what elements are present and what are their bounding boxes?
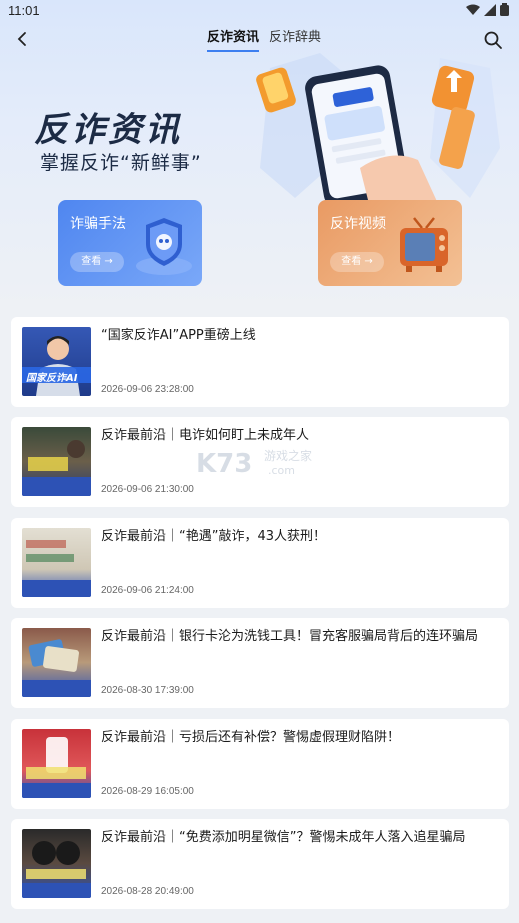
thumb-caption: 国家反诈AI — [26, 373, 78, 384]
search-icon[interactable] — [483, 30, 503, 50]
back-arrow-icon[interactable] — [14, 30, 32, 48]
battery-icon — [500, 3, 509, 16]
article-title: 反诈最前沿｜“艳遇”敲诈，43人获刑！ — [101, 528, 327, 544]
watermark-domain: .com — [268, 464, 295, 477]
k73-watermark: K73 游戏之家 .com — [196, 448, 312, 478]
anti-fraud-video-label: 反诈视频 — [330, 216, 386, 232]
phone-scam-image — [22, 736, 91, 798]
anti-fraud-video-card[interactable]: 反诈视频 查看 → — [318, 200, 462, 286]
tab-bar: 反诈资讯 反诈辞典 — [207, 26, 321, 52]
hero-title: 反诈资讯 — [34, 110, 182, 150]
article-title: 反诈最前沿｜银行卡沦为洗钱工具！冒充客服骗局背后的连环骗局 — [101, 629, 479, 645]
watermark-text: K73 — [196, 449, 252, 478]
two-girls-image — [22, 840, 91, 898]
fraud-methods-card[interactable]: 诈骗手法 查看 → — [58, 200, 202, 286]
signal-icon — [484, 3, 496, 16]
status-time: 11:01 — [8, 3, 40, 18]
article-thumbnail: 国家反诈AI — [22, 327, 91, 396]
news-scene-image — [22, 539, 91, 597]
phone-illustration — [256, 53, 500, 208]
wifi-icon — [466, 4, 480, 15]
article-list: 国家反诈AI “国家反诈AI”APP重磅上线 2026-09-06 23:28:… — [11, 317, 509, 919]
shield-skull-icon — [136, 218, 192, 275]
bank-cards-image — [22, 639, 91, 698]
article-thumbnail — [22, 628, 91, 698]
watermark-sub: 游戏之家 — [264, 448, 312, 463]
article-title: 反诈最前沿｜“免费添加明星微信”？警惕未成年人落入追星骗局 — [101, 829, 466, 845]
hero-subtitle: 掌握反诈“新鲜事” — [40, 152, 202, 174]
anti-fraud-video-view-button[interactable]: 查看 → — [330, 252, 384, 272]
article-date: 2026-08-30 17:39:00 — [101, 685, 194, 697]
status-icons — [466, 3, 509, 16]
article-item[interactable]: 国家反诈AI “国家反诈AI”APP重磅上线 2026-09-06 23:28:… — [11, 317, 509, 407]
tv-icon — [400, 217, 448, 272]
fraud-methods-view-button[interactable]: 查看 → — [70, 252, 124, 272]
police-officer-image — [22, 336, 91, 396]
article-thumbnail — [22, 828, 91, 898]
article-thumbnail — [22, 728, 91, 798]
article-date: 2026-09-06 23:28:00 — [101, 384, 194, 395]
fraud-methods-label: 诈骗手法 — [70, 216, 126, 232]
article-item[interactable]: 反诈最前沿｜亏损后还有补偿？警惕虚假理财陷阱！ 2026-08-29 16:05… — [11, 718, 509, 809]
article-item[interactable]: 反诈最前沿｜银行卡沦为洗钱工具！冒充客服骗局背后的连环骗局 2026-08-30… — [11, 618, 509, 709]
status-bar: 11:01 — [0, 0, 519, 22]
tab-anti-fraud-dictionary[interactable]: 反诈辞典 — [269, 26, 321, 52]
article-title: 反诈最前沿｜电诈如何盯上未成年人 — [101, 428, 310, 444]
tab-anti-fraud-news[interactable]: 反诈资讯 — [207, 26, 260, 52]
article-date: 2026-09-06 21:30:00 — [101, 484, 194, 496]
article-title: “国家反诈AI”APP重磅上线 — [101, 328, 256, 343]
article-item[interactable]: 反诈最前沿｜“艳遇”敲诈，43人获刑！ 2026-09-06 21:24:00 — [11, 517, 509, 608]
article-date: 2026-08-28 20:49:00 — [101, 885, 194, 897]
article-title: 反诈最前沿｜亏损后还有补偿？警惕虚假理财陷阱！ — [101, 729, 401, 745]
news-scene-image — [22, 440, 91, 497]
top-nav: 反诈资讯 反诈辞典 — [0, 22, 519, 54]
article-thumbnail — [22, 527, 91, 597]
article-item[interactable]: 反诈最前沿｜“免费添加明星微信”？警惕未成年人落入追星骗局 2026-08-28… — [11, 818, 509, 909]
article-date: 2026-08-29 16:05:00 — [101, 785, 194, 797]
article-date: 2026-09-06 21:24:00 — [101, 584, 194, 596]
article-thumbnail — [22, 427, 91, 497]
